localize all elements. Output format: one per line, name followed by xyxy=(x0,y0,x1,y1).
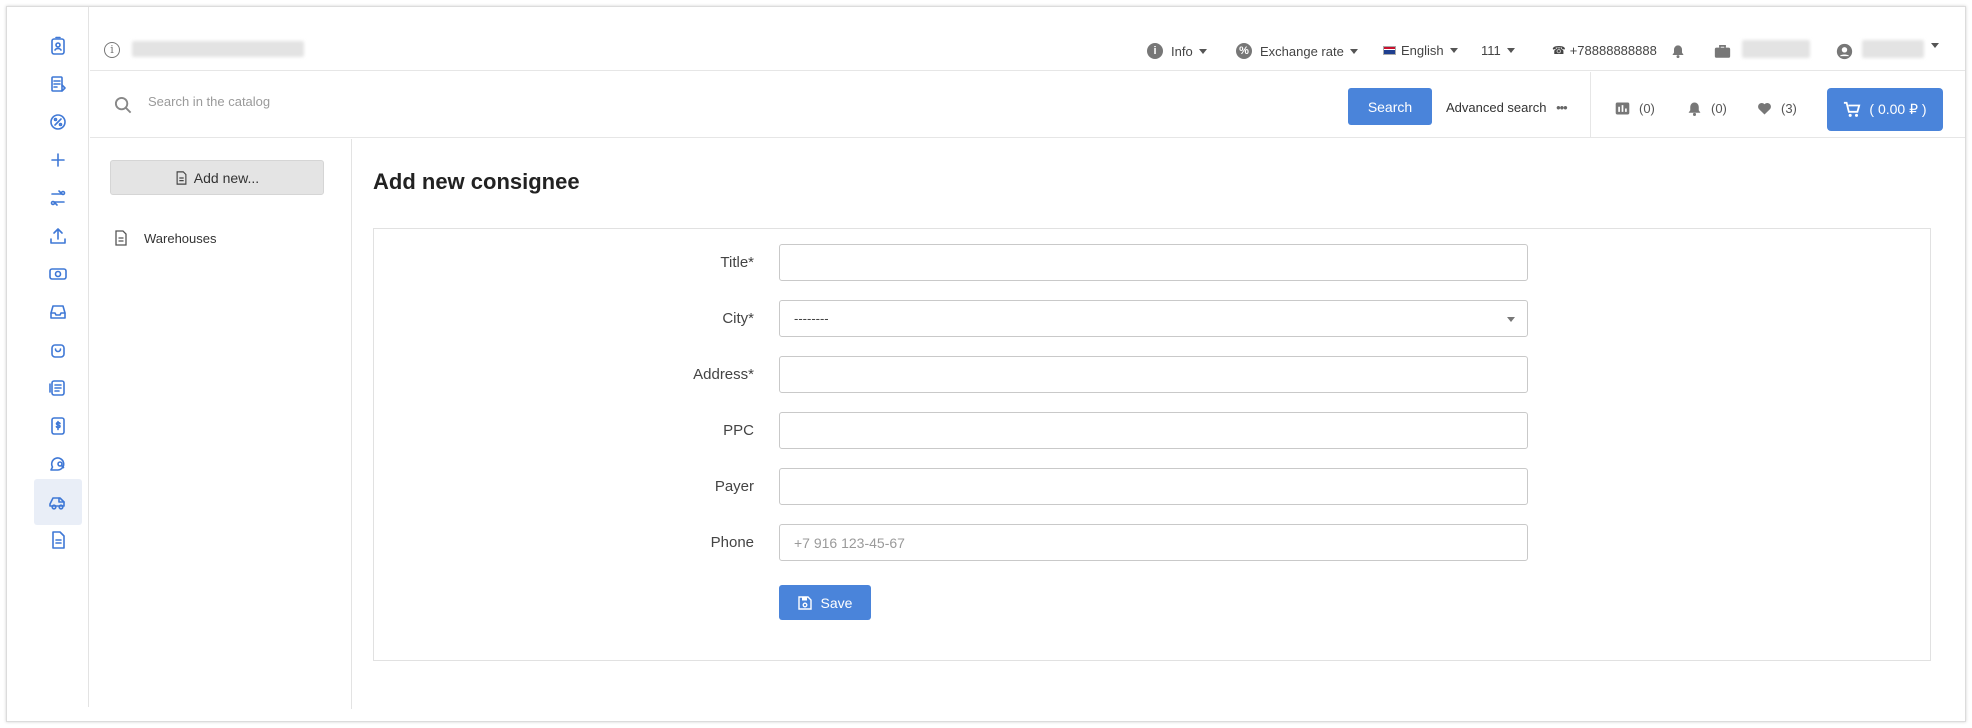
notifications-counter[interactable]: (0) xyxy=(1686,100,1727,117)
percent-badge-icon: % xyxy=(1236,43,1252,59)
address-label: Address* xyxy=(693,366,754,383)
save-button[interactable]: Save xyxy=(779,585,871,620)
user-menu[interactable] xyxy=(1836,43,1853,60)
cart-icon xyxy=(1844,101,1861,117)
chevron-down-icon xyxy=(1449,48,1458,53)
add-new-label: Add new... xyxy=(193,169,260,186)
search-button[interactable]: Search xyxy=(1348,88,1432,125)
ppc-field[interactable] xyxy=(779,412,1528,449)
chevron-down-icon xyxy=(1931,43,1939,48)
chevron-down-icon xyxy=(1349,48,1358,54)
favorites-counter[interactable]: (3) xyxy=(1756,100,1797,117)
file-icon[interactable] xyxy=(34,517,82,563)
title-row: Title* xyxy=(374,244,1930,281)
compare-chart-icon xyxy=(1615,102,1630,115)
exchange-rate-label: Exchange rate xyxy=(1260,43,1344,59)
uk-flag-icon xyxy=(1383,46,1396,55)
divider xyxy=(1590,72,1591,138)
search-bar: Search Advanced search ••• (0) (0) (3) (… xyxy=(90,72,1965,138)
page-title: Add new consignee xyxy=(373,169,580,194)
phone-field[interactable] xyxy=(779,524,1528,561)
payer-row: Payer xyxy=(374,468,1930,505)
payer-label: Payer xyxy=(714,478,754,495)
chevron-down-icon xyxy=(1506,48,1515,53)
advanced-search-label: Advanced search xyxy=(1446,100,1547,115)
compare-count: (0) xyxy=(1639,101,1655,116)
cart-button[interactable]: ( 0.00 ₽ ) xyxy=(1827,88,1943,131)
phone-row: Phone xyxy=(374,524,1930,561)
company-menu[interactable] xyxy=(1714,43,1731,59)
blurred-user-name xyxy=(1862,40,1924,58)
info-menu-label: Info xyxy=(1171,43,1193,59)
bell-icon xyxy=(1688,102,1701,116)
sidebar-item-label: Warehouses xyxy=(144,230,217,246)
favorites-count: (3) xyxy=(1781,101,1797,116)
language-label: English xyxy=(1401,43,1444,58)
catalog-search-input[interactable] xyxy=(148,94,568,109)
advanced-search-link[interactable]: Advanced search ••• xyxy=(1446,100,1568,115)
consignee-form: Title* City* -------- Address* PPC Payer… xyxy=(373,228,1931,661)
search-icon xyxy=(114,96,132,114)
city-row: City* -------- xyxy=(374,300,1930,337)
user-circle-icon xyxy=(1836,43,1853,60)
compare-counter[interactable]: (0) xyxy=(1614,100,1655,117)
title-label: Title* xyxy=(720,254,754,271)
ppc-label: PPC xyxy=(723,422,754,439)
chevron-down-icon xyxy=(1198,48,1207,54)
chevron-down-icon xyxy=(1507,317,1515,322)
info-circle-icon: i xyxy=(104,42,120,58)
language-menu[interactable]: English xyxy=(1383,43,1458,58)
document-icon xyxy=(115,230,127,246)
phone-label: Phone xyxy=(710,534,754,551)
bell-button[interactable] xyxy=(1670,43,1686,59)
user-menu-toggle[interactable] xyxy=(1925,43,1939,48)
account-number-menu[interactable]: 111 xyxy=(1481,43,1515,58)
app-window: i i Info % Exchange rate English 111 ☎ +… xyxy=(6,6,1966,722)
cart-total: ( 0.00 ₽ ) xyxy=(1869,101,1927,117)
title-field[interactable] xyxy=(779,244,1528,281)
exchange-rate-menu[interactable]: % Exchange rate xyxy=(1236,43,1358,59)
top-bar: i i Info % Exchange rate English 111 ☎ +… xyxy=(90,7,1965,71)
phone-icon: ☎ xyxy=(1552,45,1566,57)
blurred-company-name xyxy=(132,41,304,57)
address-field[interactable] xyxy=(779,356,1528,393)
save-label: Save xyxy=(820,594,853,611)
floppy-disk-icon xyxy=(797,595,812,610)
consignee-sidebar: Add new... Warehouses xyxy=(90,139,352,709)
heart-icon xyxy=(1758,102,1771,115)
document-icon xyxy=(176,170,187,185)
phone-number: +78888888888 xyxy=(1569,43,1657,58)
info-icon: i xyxy=(1147,43,1163,59)
info-menu[interactable]: i Info xyxy=(1147,43,1207,59)
notifications-count: (0) xyxy=(1711,101,1727,116)
blurred-company-selector xyxy=(1742,40,1810,58)
city-select[interactable]: -------- xyxy=(779,300,1528,337)
bell-icon xyxy=(1672,45,1684,59)
phone-link[interactable]: ☎ +78888888888 xyxy=(1552,43,1657,58)
sidebar-item-warehouses[interactable]: Warehouses xyxy=(114,230,217,246)
city-label: City* xyxy=(722,310,754,327)
more-dots-icon: ••• xyxy=(1556,100,1568,115)
icon-rail xyxy=(7,7,89,707)
ppc-row: PPC xyxy=(374,412,1930,449)
city-select-value: -------- xyxy=(794,311,829,326)
briefcase-icon xyxy=(1714,45,1731,58)
payer-field[interactable] xyxy=(779,468,1528,505)
address-row: Address* xyxy=(374,356,1930,393)
add-new-button[interactable]: Add new... xyxy=(110,160,324,195)
account-number-label: 111 xyxy=(1481,43,1501,58)
